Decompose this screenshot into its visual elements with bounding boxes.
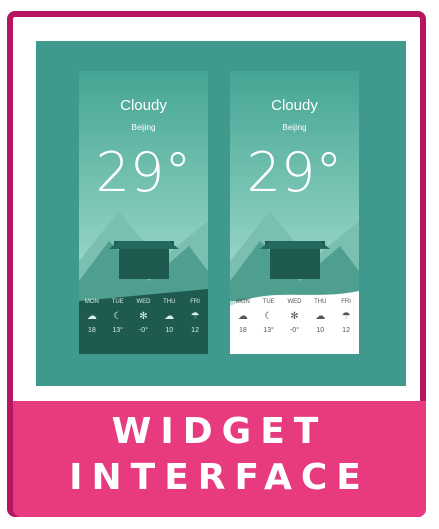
forecast-day: FRI ☂ 12 — [184, 299, 206, 354]
current-temperature: 29° — [246, 141, 343, 204]
forecast-day-label: MON — [235, 299, 250, 305]
forecast-temp: 18 — [87, 327, 96, 334]
forecast-day-label: THU — [163, 299, 176, 305]
gear-snow-icon: ✻ — [290, 311, 299, 322]
snow-cloud-icon: ☁ — [86, 311, 97, 322]
forecast-day: WED ✻ -0° — [283, 299, 305, 354]
forecast-temp: 10 — [316, 327, 325, 334]
cloud-moon-icon: ☾ — [264, 311, 274, 322]
forecast-day: THU ☁ 10 — [309, 299, 331, 354]
city-name: Beijing — [131, 123, 156, 132]
gear-snow-icon: ✻ — [139, 311, 148, 322]
cloud-icon: ☁ — [315, 311, 326, 322]
forecast-temp: 12 — [342, 327, 350, 334]
cloud-icon: ☁ — [164, 311, 175, 322]
forecast-temp: 18 — [238, 327, 247, 334]
forecast-day: FRI ☂ 12 — [335, 299, 357, 354]
forecast-day-label: TUE — [262, 299, 275, 305]
widget-scene: Cloudy Beijing 29° MON ☁ 18 TUE ☾ 13° WE… — [36, 41, 406, 386]
weather-condition: Cloudy — [271, 97, 318, 114]
forecast-day-label: MON — [84, 299, 99, 305]
cloud-rain-icon: ☂ — [341, 311, 351, 322]
forecast-temp: -0° — [138, 327, 148, 334]
cloud-rain-icon: ☂ — [190, 311, 200, 322]
forecast-temp: -0° — [289, 327, 299, 334]
forecast-day-label: FRI — [341, 299, 351, 305]
cloud-moon-icon: ☾ — [113, 311, 123, 322]
forecast-day-label: THU — [314, 299, 327, 305]
forecast-day: WED ✻ -0° — [132, 299, 154, 354]
banner-title-line-2: INTERFACE — [69, 457, 370, 498]
forecast-day: MON ☁ 18 — [232, 299, 254, 354]
forecast-day: THU ☁ 10 — [158, 299, 180, 354]
forecast-day-label: TUE — [111, 299, 124, 305]
forecast-day: TUE ☾ 13° — [258, 299, 280, 354]
forecast-row: MON ☁ 18 TUE ☾ 13° WED ✻ -0° THU ☁ 10 FR… — [79, 299, 208, 354]
forecast-temp: 10 — [165, 327, 174, 334]
forecast-day-label: WED — [287, 299, 302, 305]
forecast-temp: 12 — [191, 327, 199, 334]
weather-condition: Cloudy — [120, 97, 167, 114]
forecast-temp: 13° — [263, 327, 274, 334]
forecast-day: TUE ☾ 13° — [107, 299, 129, 354]
forecast-row: MON ☁ 18 TUE ☾ 13° WED ✻ -0° THU ☁ 10 FR… — [230, 299, 359, 354]
weather-card-dark[interactable]: Cloudy Beijing 29° MON ☁ 18 TUE ☾ 13° WE… — [79, 71, 208, 354]
weather-card-light[interactable]: Cloudy Beijing 29° MON ☁ 18 TUE ☾ 13° WE… — [230, 71, 359, 354]
forecast-day-label: WED — [136, 299, 151, 305]
title-banner: WIDGET INTERFACE — [13, 401, 426, 517]
forecast-day-label: FRI — [190, 299, 200, 305]
city-name: Beijing — [282, 123, 307, 132]
forecast-temp: 13° — [112, 327, 123, 334]
forecast-day: MON ☁ 18 — [81, 299, 103, 354]
current-temperature: 29° — [95, 141, 192, 204]
banner-title-line-1: WIDGET — [111, 411, 328, 452]
snow-cloud-icon: ☁ — [237, 311, 248, 322]
